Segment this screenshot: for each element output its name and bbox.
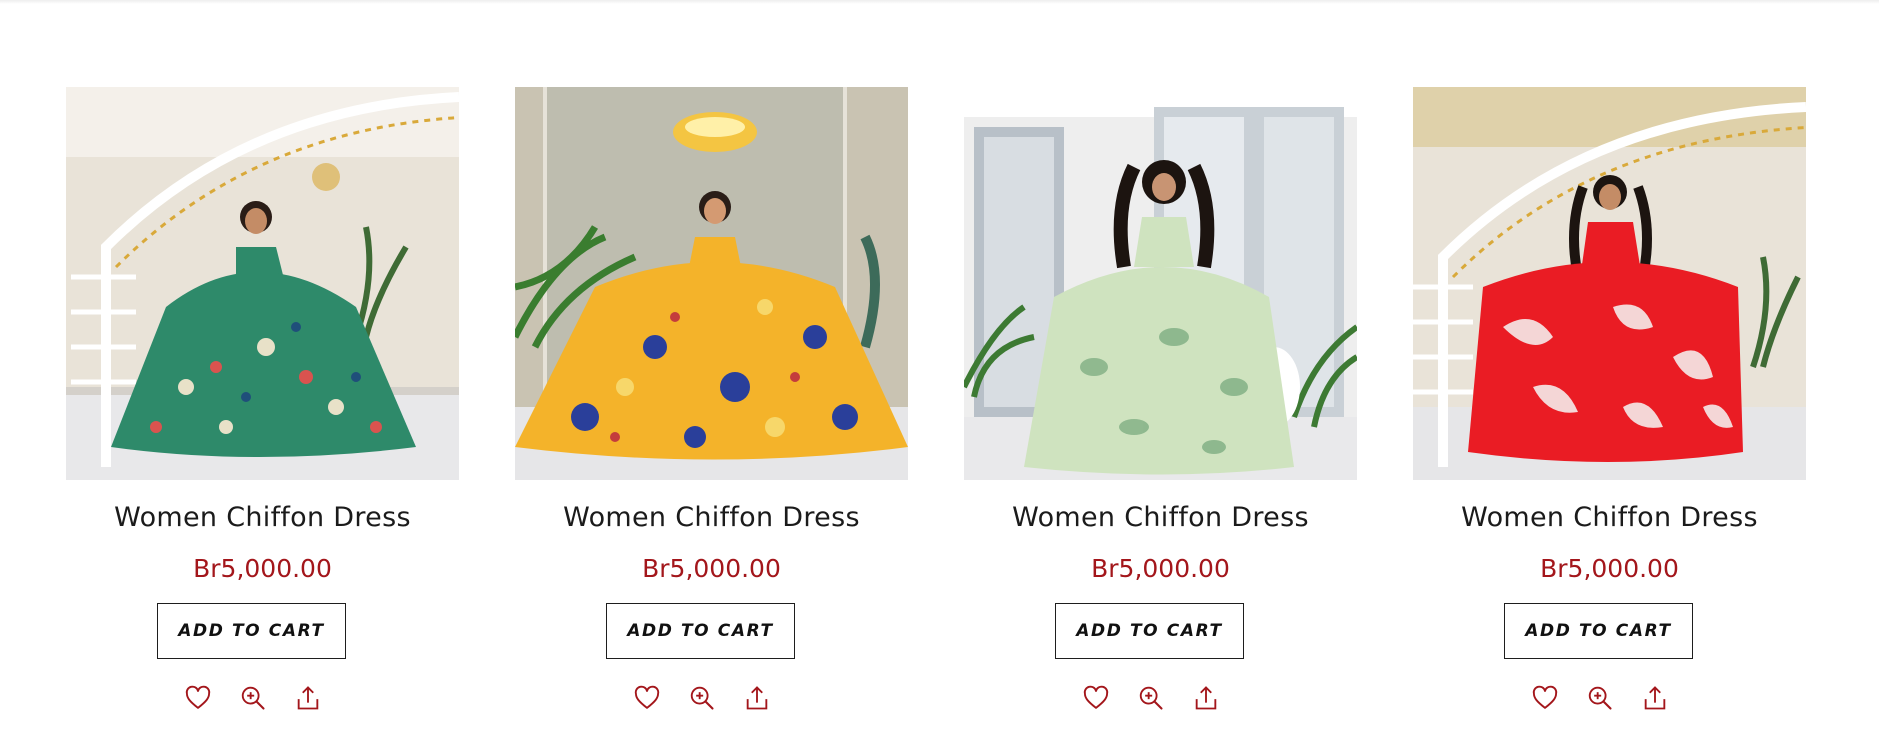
product-price: Br5,000.00 [193,554,332,583]
product-grid: Women Chiffon Dress Br5,000.00 ADD TO CA… [66,87,1806,713]
share-icon[interactable] [1640,683,1670,713]
header-shadow [0,0,1879,4]
product-actions [183,683,323,713]
share-icon[interactable] [1191,683,1221,713]
product-image[interactable] [964,87,1357,480]
product-card: Women Chiffon Dress Br5,000.00 ADD TO CA… [964,87,1357,713]
share-icon[interactable] [293,683,323,713]
zoom-in-icon[interactable] [687,683,717,713]
product-price: Br5,000.00 [1540,554,1679,583]
product-image[interactable] [515,87,908,480]
product-image[interactable] [1413,87,1806,480]
product-card: Women Chiffon Dress Br5,000.00 ADD TO CA… [1413,87,1806,713]
product-actions [1530,683,1670,713]
add-to-cart-button[interactable]: ADD TO CART [1055,603,1244,659]
product-title[interactable]: Women Chiffon Dress [114,502,411,533]
share-icon[interactable] [742,683,772,713]
heart-icon[interactable] [632,683,662,713]
product-title[interactable]: Women Chiffon Dress [563,502,860,533]
product-price: Br5,000.00 [1091,554,1230,583]
product-image[interactable] [66,87,459,480]
add-to-cart-button[interactable]: ADD TO CART [157,603,346,659]
zoom-in-icon[interactable] [1136,683,1166,713]
heart-icon[interactable] [183,683,213,713]
add-to-cart-button[interactable]: ADD TO CART [606,603,795,659]
heart-icon[interactable] [1530,683,1560,713]
product-actions [632,683,772,713]
product-price: Br5,000.00 [642,554,781,583]
heart-icon[interactable] [1081,683,1111,713]
product-actions [1081,683,1221,713]
product-card: Women Chiffon Dress Br5,000.00 ADD TO CA… [515,87,908,713]
product-card: Women Chiffon Dress Br5,000.00 ADD TO CA… [66,87,459,713]
zoom-in-icon[interactable] [238,683,268,713]
zoom-in-icon[interactable] [1585,683,1615,713]
product-title[interactable]: Women Chiffon Dress [1461,502,1758,533]
product-title[interactable]: Women Chiffon Dress [1012,502,1309,533]
add-to-cart-button[interactable]: ADD TO CART [1504,603,1693,659]
